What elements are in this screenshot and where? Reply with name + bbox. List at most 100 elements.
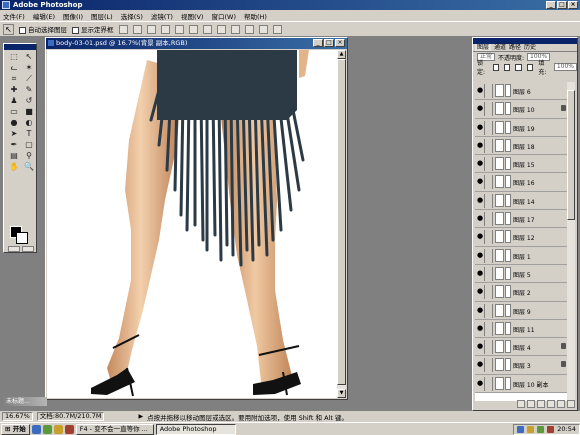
eye-visibility-icon[interactable]: ● [476,120,485,135]
slice-tool-icon[interactable]: ⟋ [22,74,36,84]
lock-position-icon[interactable] [515,63,522,71]
history-brush-tool-icon[interactable]: ↺ [22,96,36,106]
task-button-photoshop[interactable]: Adobe Photoshop [155,423,236,435]
align-center-icon[interactable] [174,24,184,34]
layer-row[interactable]: ● 图层 18 [475,136,568,156]
layer-mask-icon[interactable] [527,400,535,408]
tab-channels[interactable]: 通道 [494,44,506,51]
lasso-tool-icon[interactable]: ᓚ [7,63,21,73]
start-button[interactable]: ⊞ 开始 [1,423,30,435]
clone-stamp-tool-icon[interactable]: ♟ [7,96,21,106]
healing-brush-tool-icon[interactable]: ✚ [7,85,21,95]
dodge-tool-icon[interactable]: ◐ [22,118,36,128]
layer-link-slot[interactable] [486,340,493,355]
doc-maximize-button[interactable]: □ [324,39,334,47]
layer-link-slot[interactable] [486,157,493,172]
lock-all-icon[interactable] [526,63,534,71]
doc-close-button[interactable]: × [335,39,345,47]
quicklaunch-desktop-icon[interactable] [42,424,52,434]
distribute-bottom-icon[interactable] [230,24,240,34]
align-top-icon[interactable] [118,24,128,34]
layers-scrollbar[interactable] [567,82,575,401]
magic-wand-tool-icon[interactable]: ✶ [22,63,36,73]
layer-row[interactable]: ● 图层 17 [475,210,568,229]
scroll-down-arrow-icon[interactable]: ▼ [337,389,346,398]
gradient-tool-icon[interactable]: ■ [22,107,36,117]
eye-visibility-icon[interactable]: ● [476,84,485,98]
tab-paths[interactable]: 路径 [509,44,521,51]
menu-select[interactable]: 选择(S) [121,11,143,21]
distribute-middle-icon[interactable] [216,24,226,34]
image-canvas[interactable] [47,50,338,398]
background-color-swatch[interactable] [16,232,28,244]
task-button-browser[interactable]: F4 - 变不会一直等你 ... [75,423,154,435]
move-tool-icon[interactable]: ↖ [22,52,36,62]
eye-visibility-icon[interactable]: ● [476,321,485,336]
path-selection-tool-icon[interactable]: ➤ [7,129,21,139]
layer-row[interactable]: ● 图层 11 [475,319,568,339]
blur-tool-icon[interactable]: ● [7,118,21,128]
eye-visibility-icon[interactable]: ● [476,266,485,281]
layer-link-slot[interactable] [486,138,493,153]
layer-link-slot[interactable] [486,376,493,391]
layer-row[interactable]: ● 图层 2 [475,283,568,302]
eye-visibility-icon[interactable]: ● [476,285,485,300]
eye-visibility-icon[interactable]: ● [476,138,485,153]
move-tool-indicator-icon[interactable]: ↖ [3,23,14,35]
tab-history[interactable]: 历史 [524,44,536,51]
layer-link-slot[interactable] [486,303,493,318]
distribute-top-icon[interactable] [202,24,212,34]
menu-help[interactable]: 帮助(H) [244,11,267,21]
eye-visibility-icon[interactable]: ● [476,376,485,391]
menu-filter[interactable]: 滤镜(T) [151,11,173,21]
auto-select-layer-option[interactable]: 自动选择图层 [19,24,67,34]
layer-link-slot[interactable] [486,175,493,190]
document-vertical-scrollbar[interactable]: ▲ ▼ [337,50,346,398]
layer-row[interactable]: ● 图层 6 [475,82,568,101]
layer-row[interactable]: ● 图层 19 [475,118,568,137]
brush-tool-icon[interactable]: ✎ [22,85,36,95]
tray-security-icon[interactable] [547,425,555,433]
layer-link-slot[interactable] [486,212,493,227]
shape-tool-icon[interactable]: ▢ [22,140,36,150]
eye-visibility-icon[interactable]: ● [476,230,485,245]
delete-layer-icon[interactable] [567,400,575,408]
align-bottom-icon[interactable] [146,24,156,34]
standard-mode-icon[interactable] [8,246,20,252]
marquee-tool-icon[interactable]: ⬚ [7,52,21,62]
layer-row[interactable]: ● 图层 15 [475,155,568,174]
layer-link-slot[interactable] [486,248,493,263]
eye-visibility-icon[interactable]: ● [476,212,485,227]
layer-link-slot[interactable] [486,358,493,373]
show-bounds-option[interactable]: 显示定界框 [72,24,114,34]
tab-layers[interactable]: 图层 [475,44,492,51]
eyedropper-tool-icon[interactable]: ⚲ [22,151,36,161]
layer-link-slot[interactable] [486,102,493,117]
lock-transparency-icon[interactable] [492,63,499,71]
menu-view[interactable]: 视图(V) [181,11,204,21]
tray-volume-icon[interactable] [527,425,535,433]
distribute-center-icon[interactable] [258,24,268,34]
distribute-left-icon[interactable] [244,24,254,34]
layer-link-slot[interactable] [486,266,493,281]
menu-file[interactable]: 文件(F) [3,11,25,21]
eye-visibility-icon[interactable]: ● [476,303,485,318]
quicklaunch-media-icon[interactable] [64,424,74,434]
hand-tool-icon[interactable]: ✋ [7,162,21,172]
scroll-thumb[interactable] [337,59,346,385]
layer-link-slot[interactable] [486,285,493,300]
close-button[interactable]: × [568,1,578,9]
zoom-readout[interactable]: 16.67% [2,412,33,421]
show-bounds-checkbox[interactable] [72,26,79,34]
auto-select-checkbox[interactable] [19,26,26,34]
layer-style-icon[interactable] [517,400,525,408]
layer-row[interactable]: ● 图层 14 [475,191,568,211]
layer-set-icon[interactable] [537,400,545,408]
minimize-button[interactable]: _ [546,1,556,9]
quicklaunch-folder-icon[interactable] [53,424,63,434]
zoom-tool-icon[interactable]: 🔍 [22,162,36,172]
layers-scroll-thumb[interactable] [567,90,575,220]
layer-row[interactable]: ● 图层 9 [475,301,568,320]
eye-visibility-icon[interactable]: ● [476,358,485,373]
tray-app-icon[interactable] [537,425,545,433]
